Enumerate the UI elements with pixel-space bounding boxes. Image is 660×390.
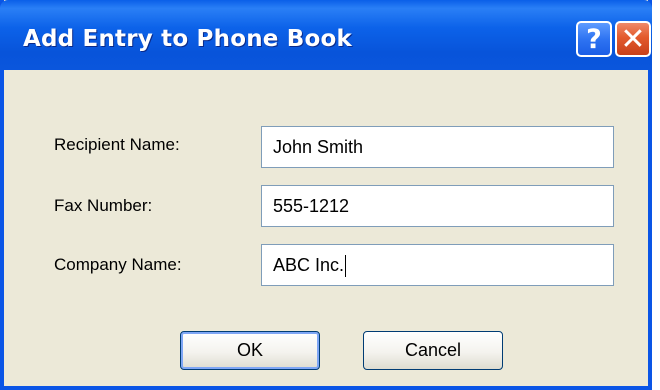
fax-number-label: Fax Number:	[54, 196, 153, 215]
recipient-name-label: Recipient Name:	[54, 135, 180, 154]
ok-button[interactable]: OK	[180, 331, 320, 370]
company-name-label: Company Name:	[54, 255, 182, 274]
recipient-name-field[interactable]: John Smith	[261, 126, 614, 168]
help-button[interactable]: ?	[576, 21, 612, 57]
text-caret	[345, 255, 347, 278]
recipient-name-value: John Smith	[273, 137, 364, 157]
help-icon: ?	[586, 23, 602, 55]
fax-number-value: 555-1212	[273, 196, 350, 216]
cancel-button[interactable]: Cancel	[363, 331, 503, 370]
dialog-window: Add Entry to Phone Book ? ✕ Recipient Na…	[0, 0, 652, 390]
close-button[interactable]: ✕	[615, 21, 651, 57]
fax-number-field[interactable]: 555-1212	[261, 185, 614, 227]
company-name-field[interactable]: ABC Inc.	[261, 244, 614, 286]
company-name-value: ABC Inc.	[273, 255, 345, 275]
dialog-title: Add Entry to Phone Book	[23, 26, 353, 52]
title-bar[interactable]: Add Entry to Phone Book ? ✕	[0, 0, 652, 70]
close-icon: ✕	[620, 21, 646, 57]
